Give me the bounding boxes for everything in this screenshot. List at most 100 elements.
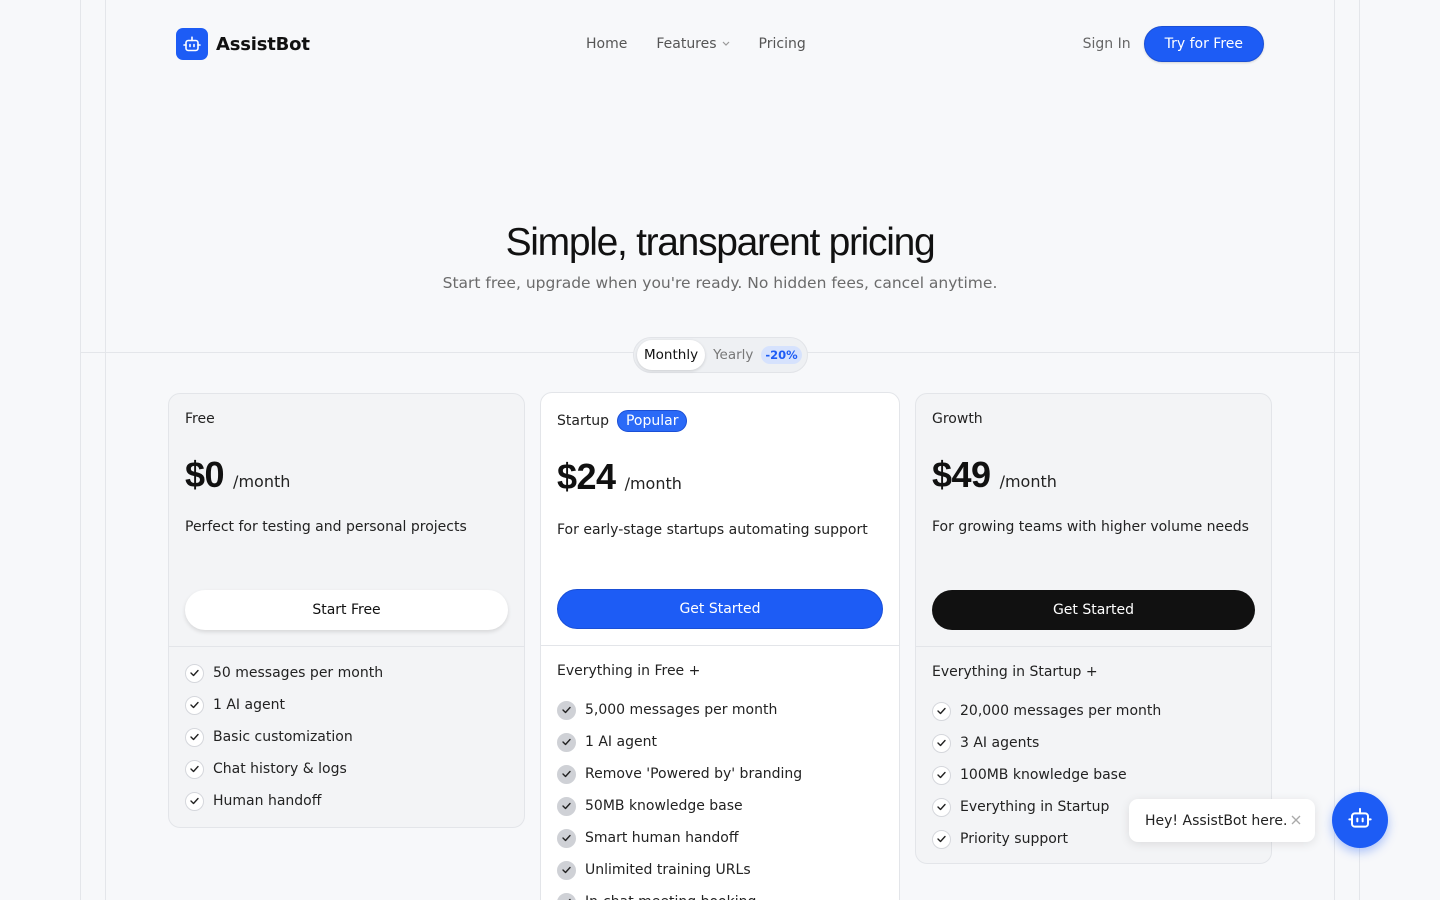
feature-item: Unlimited training URLs (557, 854, 883, 886)
features-heading: Everything in Free + (557, 663, 701, 679)
feature-item: 50MB knowledge base (557, 790, 883, 822)
nav-item-features[interactable]: Features (656, 36, 729, 52)
plan-name-row: Free (185, 411, 215, 427)
plan-period: /month (624, 474, 682, 493)
robot-icon (1348, 807, 1372, 833)
plan-name-row: Startup Popular (557, 410, 688, 432)
feature-item: 5,000 messages per month (557, 694, 883, 726)
close-icon[interactable] (1291, 813, 1301, 829)
check-icon (185, 695, 204, 715)
feature-item: 50 messages per month (185, 657, 508, 689)
check-icon (557, 860, 576, 880)
feature-list: Everything in Free + 5,000 messages per … (541, 646, 899, 900)
feature-text: Remove 'Powered by' branding (585, 766, 803, 782)
plan-card-startup: Startup Popular $24 /month For early-sta… (540, 392, 900, 900)
check-icon (557, 828, 576, 848)
header-actions: Sign In Try for Free (1083, 26, 1264, 62)
check-icon (557, 892, 576, 900)
plan-description: For early-stage startups automating supp… (557, 522, 868, 538)
feature-text: Unlimited training URLs (585, 862, 751, 878)
feature-text: Human handoff (213, 793, 322, 809)
plan-price: $24 (557, 456, 616, 497)
nav-item-features-label: Features (656, 36, 717, 52)
plan-name-row: Growth (932, 411, 983, 427)
check-icon (185, 791, 204, 811)
feature-text: Chat history & logs (213, 761, 347, 777)
billing-toggle: Monthly Yearly -20% (633, 337, 808, 373)
page-title: Simple, transparent pricing (505, 221, 936, 264)
check-icon (932, 701, 951, 721)
plan-name: Startup (557, 413, 609, 429)
popular-badge: Popular (616, 410, 688, 432)
feature-text: 1 AI agent (585, 734, 657, 750)
sign-in-link[interactable]: Sign In (1083, 36, 1131, 52)
price-row: $24 /month (557, 456, 682, 498)
plan-name: Growth (932, 411, 983, 427)
feature-item: 1 AI agent (185, 689, 508, 721)
plan-card-header: Startup Popular $24 /month For early-sta… (541, 393, 899, 646)
logo[interactable]: AssistBot (176, 28, 310, 60)
main-nav: Home Features Pricing (586, 36, 806, 52)
feature-list: 50 messages per month 1 AI agent Basic cus… (169, 647, 524, 817)
discount-badge: -20% (761, 346, 802, 364)
start-free-button[interactable]: Start Free (185, 590, 508, 630)
chevron-down-icon (722, 39, 730, 49)
chat-greeting-bubble[interactable]: Hey! AssistBot here. (1129, 799, 1315, 842)
check-icon (932, 733, 951, 753)
feature-text: Priority support (960, 831, 1069, 847)
site-header: AssistBot Home Features Pricing Sign In … (176, 26, 1264, 62)
get-started-button[interactable]: Get Started (557, 589, 883, 629)
billing-yearly-option[interactable]: Yearly -20% (709, 346, 802, 364)
features-heading: Everything in Startup + (932, 664, 1098, 680)
page-border-right (1359, 0, 1360, 900)
feature-item: In-chat meeting booking (557, 886, 883, 900)
plan-description: Perfect for testing and personal project… (185, 519, 467, 535)
feature-text: 5,000 messages per month (585, 702, 778, 718)
feature-text: 50 messages per month (213, 665, 384, 681)
chat-launcher-button[interactable] (1332, 792, 1388, 848)
try-for-free-button[interactable]: Try for Free (1143, 26, 1264, 62)
feature-item: 3 AI agents (932, 727, 1255, 759)
check-icon (932, 829, 951, 849)
feature-item: 20,000 messages per month (932, 695, 1255, 727)
billing-monthly-option[interactable]: Monthly (637, 340, 706, 370)
feature-item: Chat history & logs (185, 753, 508, 785)
get-started-button[interactable]: Get Started (932, 590, 1255, 630)
page-border-left (80, 0, 81, 900)
feature-item: Human handoff (185, 785, 508, 817)
feature-text: 50MB knowledge base (585, 798, 743, 814)
plan-card-header: Free $0 /month Perfect for testing and p… (169, 394, 524, 647)
check-icon (557, 732, 576, 752)
billing-yearly-label: Yearly (713, 347, 754, 363)
check-icon (557, 700, 576, 720)
page-guide-right (1334, 0, 1335, 900)
check-icon (932, 797, 951, 817)
feature-item: 100MB knowledge base (932, 759, 1255, 791)
plan-period: /month (233, 472, 291, 491)
chat-greeting-text: Hey! AssistBot here. (1145, 812, 1288, 829)
feature-text: Everything in Startup (960, 799, 1110, 815)
plan-period: /month (999, 472, 1057, 491)
nav-item-home[interactable]: Home (586, 36, 627, 52)
plan-card-growth: Growth $49 /month For growing teams with… (915, 393, 1272, 864)
feature-item: Basic customization (185, 721, 508, 753)
page-guide-left (105, 0, 106, 900)
plan-price: $49 (932, 454, 991, 495)
check-icon (557, 764, 576, 784)
feature-item: Remove 'Powered by' branding (557, 758, 883, 790)
check-icon (185, 727, 204, 747)
robot-icon (176, 28, 208, 60)
nav-item-pricing[interactable]: Pricing (759, 36, 806, 52)
plan-name: Free (185, 411, 215, 427)
feature-text: 3 AI agents (960, 735, 1040, 751)
check-icon (557, 796, 576, 816)
plan-price: $0 (185, 454, 225, 495)
check-icon (185, 663, 204, 683)
plan-card-header: Growth $49 /month For growing teams with… (916, 394, 1271, 647)
price-row: $49 /month (932, 454, 1057, 496)
brand-name: AssistBot (216, 33, 310, 55)
check-icon (932, 765, 951, 785)
price-row: $0 /month (185, 454, 290, 496)
feature-text: 100MB knowledge base (960, 767, 1127, 783)
check-icon (185, 759, 204, 779)
